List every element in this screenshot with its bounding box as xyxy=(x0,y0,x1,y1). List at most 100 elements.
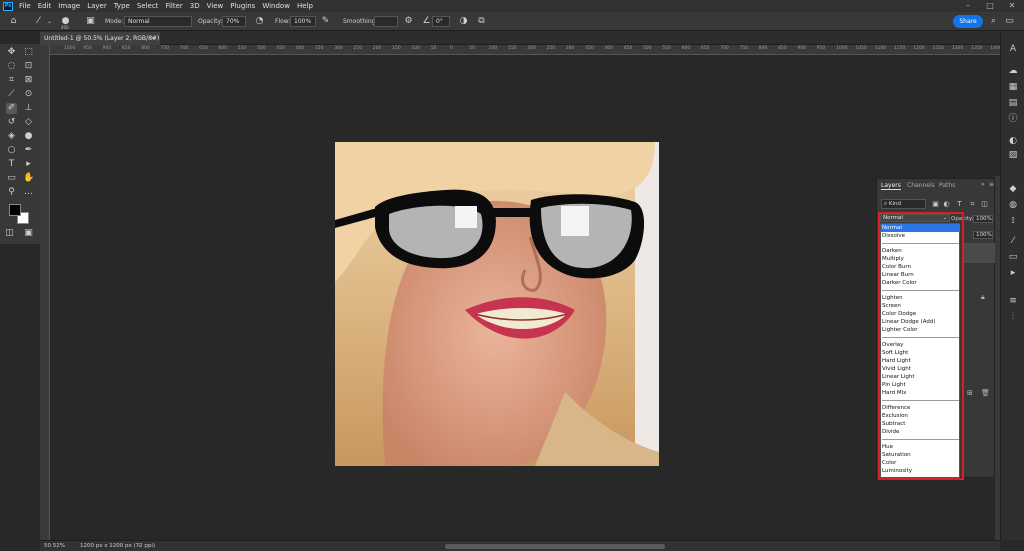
type-filter-icon[interactable]: T xyxy=(955,199,964,209)
delete-layer-icon[interactable]: 🗑︎ xyxy=(981,389,990,397)
properties-icon[interactable]: ≡ xyxy=(1007,295,1019,307)
histogram-icon[interactable]: ▦ xyxy=(1007,81,1019,93)
flow-field[interactable]: 100% xyxy=(290,16,316,27)
tab-paths[interactable]: Paths xyxy=(939,182,955,189)
close-window-button[interactable]: ✕ xyxy=(1002,1,1022,11)
horizontal-scrollbar[interactable] xyxy=(445,544,665,549)
search-icon[interactable]: ⌕ xyxy=(988,16,999,27)
blend-option[interactable]: Darken xyxy=(881,247,960,255)
angle-icon[interactable]: ∠ xyxy=(421,16,432,27)
menu-window[interactable]: Window xyxy=(262,2,290,10)
comments-icon[interactable]: ▭ xyxy=(1007,251,1019,263)
menu-filter[interactable]: Filter xyxy=(165,2,182,10)
new-layer-icon[interactable]: ⊞ xyxy=(967,389,973,397)
foreground-color-swatch[interactable] xyxy=(9,204,21,216)
blend-option[interactable]: Lighten xyxy=(881,294,960,302)
blend-option[interactable]: Normal xyxy=(881,224,960,232)
info-icon[interactable]: ⓘ xyxy=(1007,113,1019,125)
tab-channels[interactable]: Channels xyxy=(907,182,935,189)
type-tool-icon[interactable]: T xyxy=(6,159,17,170)
paths-icon[interactable]: ⟟ xyxy=(1007,215,1019,227)
blend-option[interactable]: Vivid Light xyxy=(881,365,960,373)
paint-bucket-icon[interactable]: ◈ xyxy=(6,131,17,142)
share-button[interactable]: Share xyxy=(953,15,983,28)
document-info[interactable]: 1200 px x 1200 px (72 ppi) xyxy=(80,543,155,549)
cloud-docs-icon[interactable]: ☁ xyxy=(1007,65,1019,77)
libraries-icon[interactable]: ▤ xyxy=(1007,97,1019,109)
rectangle-tool-icon[interactable]: ▭ xyxy=(6,173,17,184)
marquee-tool-icon[interactable]: ⬚ xyxy=(23,47,34,58)
layer-row-selected[interactable] xyxy=(964,243,995,263)
home-icon[interactable]: ⌂ xyxy=(8,16,19,27)
workspace-icon[interactable]: ▭ xyxy=(1004,16,1015,27)
airbrush-icon[interactable]: ✎ xyxy=(320,16,331,27)
layer-fill-field[interactable]: 100% xyxy=(973,231,993,239)
panel-collapse-icon[interactable]: » xyxy=(981,181,985,188)
blend-option[interactable]: Hard Mix xyxy=(881,389,960,397)
layer-opacity-field[interactable]: 100% xyxy=(973,215,993,223)
brush-settings-icon[interactable]: ▣ xyxy=(85,16,96,27)
brush-tool-active-icon[interactable]: ✐ xyxy=(6,103,17,114)
menu-select[interactable]: Select xyxy=(137,2,159,10)
eyedropper-tool-icon[interactable]: ⟋ xyxy=(6,89,17,100)
blend-option[interactable]: Subtract xyxy=(881,420,960,428)
crop-tool-icon[interactable]: ⌗ xyxy=(6,75,17,86)
zoom-tool-icon[interactable]: ⚲ xyxy=(6,187,17,198)
stamp-tool-icon[interactable]: ⊥ xyxy=(23,103,34,114)
path-select-icon[interactable]: ▸ xyxy=(23,159,34,170)
layer-filter-select[interactable]: ⌕ Kind xyxy=(881,199,926,209)
eraser-tool-icon[interactable]: ◇ xyxy=(23,117,34,128)
menu-file[interactable]: File xyxy=(19,2,31,10)
blend-option[interactable]: Saturation xyxy=(881,451,960,459)
menu-help[interactable]: Help xyxy=(297,2,313,10)
blend-option[interactable]: Darker Color xyxy=(881,279,960,287)
blend-option[interactable]: Linear Dodge (Add) xyxy=(881,318,960,326)
menu-image[interactable]: Image xyxy=(58,2,80,10)
brush-tool-icon[interactable]: ⁄ xyxy=(33,16,44,27)
blend-option[interactable]: Soft Light xyxy=(881,349,960,357)
blend-option[interactable]: Exclusion xyxy=(881,412,960,420)
pressure-opacity-icon[interactable]: ◔ xyxy=(254,16,265,27)
blend-option[interactable]: Color xyxy=(881,459,960,467)
zoom-level[interactable]: 50.52% xyxy=(44,543,65,549)
pressure-size-icon[interactable]: ◑ xyxy=(458,16,469,27)
chevron-down-icon[interactable]: ⌄ xyxy=(44,16,55,27)
smart-object-filter-icon[interactable]: ◫ xyxy=(980,199,989,209)
hand-tool-icon[interactable]: ✋ xyxy=(23,173,34,184)
blend-mode-select[interactable]: Normal ⌄ xyxy=(880,214,950,222)
panel-menu-icon[interactable]: ≡ xyxy=(989,181,994,188)
channels-icon[interactable]: ◍ xyxy=(1007,199,1019,211)
tab-layers[interactable]: Layers xyxy=(881,182,901,190)
actions-icon[interactable]: ▸ xyxy=(1007,267,1019,279)
blend-option[interactable]: Overlay xyxy=(881,341,960,349)
sliders-icon[interactable]: ⫶ xyxy=(1007,311,1019,323)
vertical-ruler[interactable] xyxy=(40,45,50,540)
menu-3d[interactable]: 3D xyxy=(190,2,200,10)
blend-option[interactable]: Difference xyxy=(881,404,960,412)
blend-option[interactable]: Lighter Color xyxy=(881,326,960,334)
document-tab[interactable]: Untitled-1 @ 50.5% (Layer 2, RGB/8#) * × xyxy=(40,32,160,55)
styles-icon[interactable]: ▨ xyxy=(1007,149,1019,161)
blend-option[interactable]: Color Dodge xyxy=(881,310,960,318)
history-brush-icon[interactable]: ↺ xyxy=(6,117,17,128)
blend-option[interactable]: Divide xyxy=(881,428,960,436)
patch-tool-icon[interactable]: ⊙ xyxy=(23,89,34,100)
maximize-button[interactable]: □ xyxy=(980,1,1000,11)
pen-tool-icon[interactable]: ✒ xyxy=(23,145,34,156)
frame-tool-icon[interactable]: ⊠ xyxy=(23,75,34,86)
shape-filter-icon[interactable]: ⌗ xyxy=(968,199,977,209)
blend-option[interactable]: Pin Light xyxy=(881,381,960,389)
blur-tool-icon[interactable]: ● xyxy=(23,131,34,142)
symmetry-icon[interactable]: ⧉ xyxy=(476,16,487,27)
blend-option[interactable]: Color Burn xyxy=(881,263,960,271)
character-panel-icon[interactable]: A xyxy=(1007,43,1019,55)
adjustment-filter-icon[interactable]: ◐ xyxy=(942,199,951,209)
more-tools-icon[interactable]: … xyxy=(23,187,34,198)
blend-option[interactable]: Hard Light xyxy=(881,357,960,365)
object-select-icon[interactable]: ⊡ xyxy=(23,61,34,72)
screen-mode-icon[interactable]: ▣ xyxy=(23,228,34,239)
blend-option[interactable]: Linear Light xyxy=(881,373,960,381)
adjustments-icon[interactable]: ◐ xyxy=(1007,135,1019,147)
menu-view[interactable]: View xyxy=(207,2,224,10)
angle-field[interactable]: 0° xyxy=(432,16,450,27)
